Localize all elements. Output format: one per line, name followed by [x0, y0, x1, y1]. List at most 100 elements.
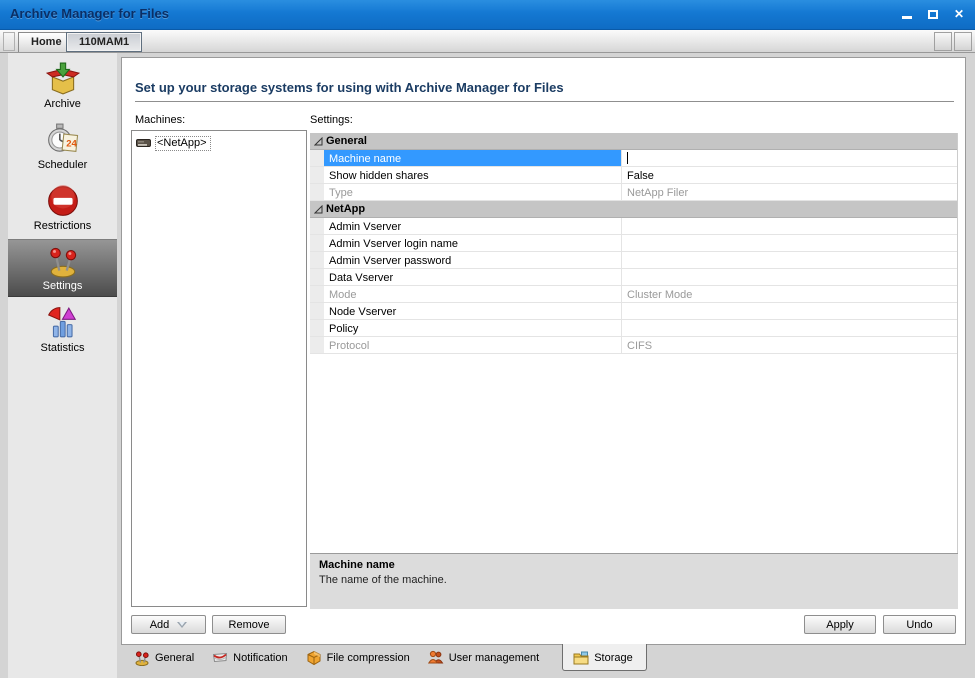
- category-row-netapp[interactable]: NetApp: [310, 201, 957, 218]
- property-row-type[interactable]: Type NetApp Filer: [310, 184, 957, 201]
- category-label: General: [326, 133, 367, 149]
- minimize-button[interactable]: [899, 6, 915, 22]
- property-label: Show hidden shares: [324, 167, 622, 183]
- machine-list-item-netapp[interactable]: <NetApp>: [132, 134, 306, 152]
- sidebar-item-settings[interactable]: Settings: [8, 239, 117, 297]
- tab-label: Storage: [594, 652, 633, 664]
- property-value[interactable]: False: [622, 167, 957, 183]
- machine-name-value-editor[interactable]: [622, 150, 957, 166]
- storage-settings-panel: Set up your storage systems for using wi…: [121, 57, 966, 645]
- title-bar: Archive Manager for Files ✕: [0, 0, 975, 30]
- machines-listbox[interactable]: <NetApp>: [131, 130, 307, 607]
- property-label: Policy: [324, 320, 622, 336]
- user-management-icon: [428, 650, 444, 666]
- property-value: CIFS: [622, 337, 957, 353]
- property-value[interactable]: [622, 303, 957, 319]
- tab-general[interactable]: General: [125, 645, 203, 669]
- tab-file-compression[interactable]: File compression: [297, 645, 419, 669]
- sidebar-item-scheduler[interactable]: 24 Scheduler: [8, 117, 117, 175]
- tab-user-management[interactable]: User management: [419, 645, 549, 669]
- property-row-admin-vserver-password[interactable]: Admin Vserver password: [310, 252, 957, 269]
- sidebar-item-label: Scheduler: [38, 159, 88, 171]
- property-row-admin-vserver-login-name[interactable]: Admin Vserver login name: [310, 235, 957, 252]
- apply-button-label: Apply: [826, 619, 854, 631]
- undo-button[interactable]: Undo: [883, 615, 956, 634]
- property-value[interactable]: [622, 252, 957, 268]
- tab-scroll-right-button[interactable]: [954, 32, 972, 51]
- maximize-icon: [928, 10, 938, 19]
- close-button[interactable]: ✕: [951, 6, 967, 22]
- property-label: Data Vserver: [324, 269, 622, 285]
- sidebar-item-label: Settings: [43, 280, 83, 292]
- property-row-policy[interactable]: Policy: [310, 320, 957, 337]
- add-button-label: Add: [150, 619, 170, 631]
- notification-icon: [212, 650, 228, 666]
- property-label: Mode: [324, 286, 622, 302]
- property-value[interactable]: [622, 218, 957, 234]
- sidebar-item-archive[interactable]: Archive: [8, 56, 117, 114]
- top-tab-strip: Home 110MAM1: [0, 30, 975, 53]
- property-label: Admin Vserver: [324, 218, 622, 234]
- tab-storage[interactable]: Storage: [562, 644, 647, 671]
- tab-scroll-left-button[interactable]: [934, 32, 952, 51]
- sidebar-item-label: Archive: [44, 98, 81, 110]
- property-label: Protocol: [324, 337, 622, 353]
- window-controls: ✕: [899, 6, 967, 22]
- apply-button[interactable]: Apply: [804, 615, 876, 634]
- tab-110mam1[interactable]: 110MAM1: [66, 32, 142, 52]
- page-title: Set up your storage systems for using wi…: [135, 80, 564, 95]
- property-value[interactable]: [622, 320, 957, 336]
- property-value[interactable]: [622, 269, 957, 285]
- property-row-data-vserver[interactable]: Data Vserver: [310, 269, 957, 286]
- file-compression-icon: [306, 650, 322, 666]
- scheduler-icon: 24: [46, 123, 80, 157]
- category-row-general[interactable]: General: [310, 133, 957, 150]
- sidebar-item-restrictions[interactable]: Restrictions: [8, 178, 117, 236]
- property-row-machine-name[interactable]: Machine name: [310, 150, 957, 167]
- heading-divider: [135, 101, 954, 102]
- property-row-show-hidden-shares[interactable]: Show hidden shares False: [310, 167, 957, 184]
- restrictions-icon: [46, 184, 80, 218]
- property-label: Admin Vserver login name: [324, 235, 622, 251]
- general-tab-icon: [134, 650, 150, 666]
- sidebar: Archive 24 Scheduler Restrictions: [8, 53, 117, 678]
- property-description-panel: Machine name The name of the machine.: [310, 553, 958, 609]
- property-label: Node Vserver: [324, 303, 622, 319]
- property-row-protocol[interactable]: Protocol CIFS: [310, 337, 957, 354]
- add-dropdown-arrow-icon: [177, 622, 187, 628]
- description-title: Machine name: [319, 559, 949, 571]
- property-row-mode[interactable]: Mode Cluster Mode: [310, 286, 957, 303]
- description-text: The name of the machine.: [319, 574, 949, 586]
- svg-text:24: 24: [66, 138, 77, 149]
- tab-strip-grip: [3, 32, 15, 51]
- settings-property-grid: General Machine name Show hidden shares …: [310, 133, 958, 553]
- property-value: NetApp Filer: [622, 184, 957, 200]
- sidebar-item-statistics[interactable]: Statistics: [8, 300, 117, 358]
- tab-label: User management: [449, 652, 540, 664]
- property-value: Cluster Mode: [622, 286, 957, 302]
- tab-label: General: [155, 652, 194, 664]
- add-button[interactable]: Add: [131, 615, 206, 634]
- tab-scroll-buttons: [934, 32, 972, 51]
- remove-button[interactable]: Remove: [212, 615, 286, 634]
- property-row-admin-vserver[interactable]: Admin Vserver: [310, 218, 957, 235]
- collapse-triangle-icon: [310, 201, 326, 217]
- sidebar-item-label: Statistics: [40, 342, 84, 354]
- minimize-icon: [902, 16, 912, 19]
- storage-tab-icon: [573, 650, 589, 666]
- settings-icon: [46, 244, 80, 278]
- window-title: Archive Manager for Files: [10, 6, 169, 21]
- property-label: Admin Vserver password: [324, 252, 622, 268]
- tab-label: Notification: [233, 652, 287, 664]
- property-value[interactable]: [622, 235, 957, 251]
- tab-notification[interactable]: Notification: [203, 645, 296, 669]
- collapse-triangle-icon: [310, 133, 326, 149]
- property-row-node-vserver[interactable]: Node Vserver: [310, 303, 957, 320]
- maximize-button[interactable]: [925, 6, 941, 22]
- remove-button-label: Remove: [229, 619, 270, 631]
- undo-button-label: Undo: [906, 619, 932, 631]
- settings-label: Settings:: [310, 114, 353, 126]
- text-caret: [627, 152, 628, 164]
- property-label: Type: [324, 184, 622, 200]
- category-label: NetApp: [326, 201, 365, 217]
